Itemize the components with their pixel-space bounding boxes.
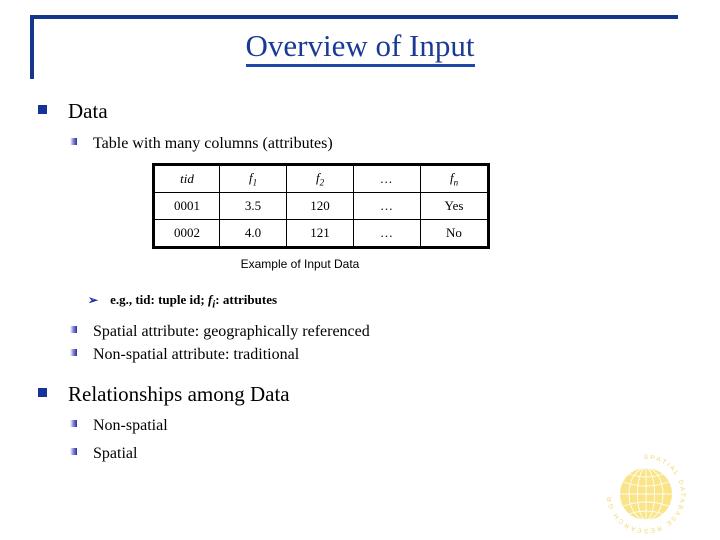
input-data-table: tid f1 f2 ... fn 0001 3.5 120 … Yes 0002…	[152, 163, 490, 249]
table-cell-f2: 121	[286, 219, 354, 248]
table-cell-tid: 0002	[153, 219, 220, 248]
frame-top-rule	[30, 15, 678, 19]
table-cell-f1: 4.0	[219, 219, 287, 248]
arrow-bullet-icon: ➢	[88, 293, 99, 307]
bullet-relationships-non-spatial-label: Non-spatial	[93, 417, 168, 434]
bullet-example-notation: ➢ e.g., tid: tuple id; fi: attributes	[88, 291, 277, 314]
bullet-spatial-attribute-label: Spatial attribute: geographically refere…	[93, 323, 370, 340]
bullet-relationships-among-data: Relationships among Data	[38, 382, 290, 406]
table-caption: Example of Input Data	[240, 257, 360, 271]
bullet-spatial-attribute: Spatial attribute: geographically refere…	[70, 322, 370, 342]
square-bullet-icon	[38, 105, 47, 114]
bullet-data-label: Data	[68, 99, 108, 123]
square-bullet-icon	[38, 388, 47, 397]
bullet-non-spatial-attribute-label: Non-spatial attribute: traditional	[93, 346, 300, 363]
table-row: 0002 4.0 121 … No	[153, 219, 489, 248]
bullet-relationships-among-data-label: Relationships among Data	[68, 382, 290, 406]
bullet-relationships-non-spatial: Non-spatial	[70, 416, 168, 436]
table-cell-tid: 0001	[153, 192, 220, 220]
table-header-cell-tid: tid	[153, 164, 220, 193]
bullet-table-with-many-columns-label: Table with many columns (attributes)	[93, 135, 333, 152]
page-title-text: Overview of Input	[245, 28, 475, 67]
square-bullet-icon	[70, 420, 77, 427]
table-row: 0001 3.5 120 … Yes	[153, 192, 489, 220]
page-title: Overview of Input	[60, 27, 660, 67]
table-cell-f2: 120	[286, 192, 354, 220]
table-header-cell-f2: f2	[286, 164, 354, 193]
bullet-relationships-spatial: Spatial	[70, 444, 137, 464]
square-bullet-icon	[70, 326, 77, 333]
bullet-example-notation-label: e.g., tid: tuple id; fi: attributes	[110, 292, 278, 311]
table-header-cell-f1: f1	[219, 164, 287, 193]
table-cell-ellipsis: …	[353, 192, 421, 220]
spatial-database-research-group-logo: SPATIAL DATABASE RESEARCH GROUP	[600, 448, 692, 540]
frame-left-rule	[30, 15, 34, 79]
bullet-table-with-many-columns: Table with many columns (attributes)	[70, 134, 333, 154]
square-bullet-icon	[70, 138, 77, 145]
square-bullet-icon	[70, 448, 77, 455]
table-cell-fn: No	[420, 219, 489, 248]
square-bullet-icon	[70, 349, 77, 356]
table-header-row: tid f1 f2 ... fn	[153, 164, 489, 193]
slide-canvas: Overview of Input Data Table with many c…	[0, 0, 720, 540]
bullet-relationships-spatial-label: Spatial	[93, 445, 138, 462]
table-cell-ellipsis: …	[353, 219, 421, 248]
table-header-cell-ellipsis: ...	[353, 164, 421, 193]
table-cell-f1: 3.5	[219, 192, 287, 220]
bullet-non-spatial-attribute: Non-spatial attribute: traditional	[70, 345, 299, 365]
bullet-data: Data	[38, 99, 108, 123]
table-header-cell-fn: fn	[420, 164, 489, 193]
table-cell-fn: Yes	[420, 192, 489, 220]
